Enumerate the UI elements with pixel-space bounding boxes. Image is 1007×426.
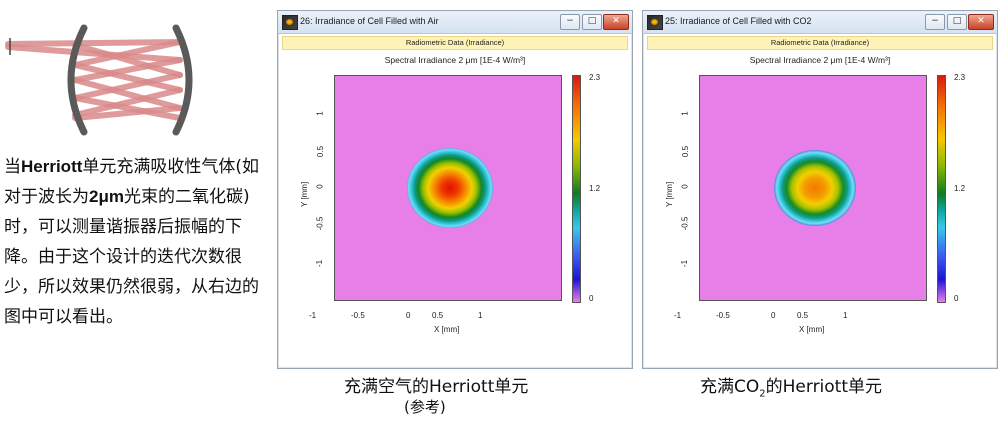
- caption-co2: 充满CO2的Herriott单元: [700, 372, 882, 399]
- maximize-button[interactable]: □: [947, 14, 967, 30]
- colorbar: [572, 75, 581, 303]
- x-tick: 1: [478, 311, 483, 320]
- caption-air: 充满空气的Herriott单元: [344, 372, 528, 397]
- y-tick: 1: [680, 111, 690, 116]
- x-tick: 0: [406, 311, 411, 320]
- window-titlebar[interactable]: 26: Irradiance of Cell Filled with Air −…: [278, 11, 632, 34]
- x-tick: -0.5: [716, 311, 730, 320]
- irradiance-window-air[interactable]: 26: Irradiance of Cell Filled with Air −…: [277, 10, 633, 369]
- x-axis-label: X [mm]: [434, 325, 460, 334]
- window-title: 26: Irradiance of Cell Filled with Air: [300, 16, 439, 26]
- x-tick: -1: [674, 311, 682, 320]
- x-tick: 0.5: [797, 311, 809, 320]
- app-icon: [282, 15, 298, 30]
- irradiance-window-co2[interactable]: 25: Irradiance of Cell Filled with CO2 −…: [642, 10, 998, 369]
- close-button[interactable]: ✕: [968, 14, 994, 30]
- y-axis-label: Y [mm]: [300, 181, 309, 207]
- y-tick: -1: [680, 259, 690, 268]
- colorbar-min: 0: [589, 294, 594, 303]
- y-tick: 1: [315, 111, 325, 116]
- data-type-bar: Radiometric Data (Irradiance): [282, 36, 628, 50]
- colorbar: [937, 75, 946, 303]
- data-type-bar: Radiometric Data (Irradiance): [647, 36, 993, 50]
- app-icon: [647, 15, 663, 30]
- description-text: 当Herriott单元充满吸收性气体(如对于波长为2μm光束的二氧化碳)时，可以…: [4, 152, 266, 332]
- caption-co2-suffix: 的Herriott单元: [765, 377, 883, 397]
- y-tick: -0.5: [680, 216, 690, 231]
- y-tick: 0.5: [316, 145, 326, 158]
- x-tick: -1: [309, 311, 317, 320]
- minimize-button[interactable]: −: [925, 14, 945, 30]
- close-button[interactable]: ✕: [603, 14, 629, 30]
- plot-frame: [334, 75, 562, 301]
- caption-air-line1: 充满空气的Herriott单元: [344, 377, 529, 397]
- x-tick: 0: [771, 311, 776, 320]
- minimize-button[interactable]: −: [560, 14, 580, 30]
- y-tick: 0: [315, 184, 325, 189]
- x-tick: -0.5: [351, 311, 365, 320]
- y-tick: -1: [315, 259, 325, 268]
- laser-beam-bundle: [5, 39, 183, 121]
- x-tick: 0.5: [432, 311, 444, 320]
- colorbar-mid: 1.2: [589, 184, 601, 193]
- desc-part: 当: [4, 157, 21, 177]
- y-tick: -0.5: [315, 216, 325, 231]
- y-tick: 0.5: [681, 145, 691, 158]
- y-tick: 0: [680, 184, 690, 189]
- x-axis-label: X [mm]: [799, 325, 825, 334]
- plot-title: Spectral Irradiance 2 μm [1E-4 W/m³]: [749, 55, 891, 65]
- caption-air-note: (参考): [404, 398, 446, 416]
- maximize-button[interactable]: □: [582, 14, 602, 30]
- herriott-cell-illustration: [5, 24, 193, 136]
- colorbar-mid: 1.2: [954, 184, 966, 193]
- colorbar-max: 2.3: [954, 73, 966, 82]
- desc-part: Herriott: [21, 157, 83, 176]
- caption-co2-prefix: 充满CO: [700, 377, 760, 397]
- x-tick: 1: [843, 311, 848, 320]
- colorbar-min: 0: [954, 294, 959, 303]
- y-axis-label: Y [mm]: [665, 181, 674, 207]
- plot-frame: [699, 75, 927, 301]
- desc-part: 光束的二氧化碳)时，可以测量谐振器后振幅的下降。由于这个设计的迭代次数很少，所以…: [4, 187, 259, 327]
- desc-part: 2μm: [89, 187, 124, 206]
- window-title: 25: Irradiance of Cell Filled with CO2: [665, 16, 812, 26]
- plot-title: Spectral Irradiance 2 μm [1E-4 W/m³]: [384, 55, 526, 65]
- colorbar-max: 2.3: [589, 73, 601, 82]
- window-titlebar[interactable]: 25: Irradiance of Cell Filled with CO2 −…: [643, 11, 997, 34]
